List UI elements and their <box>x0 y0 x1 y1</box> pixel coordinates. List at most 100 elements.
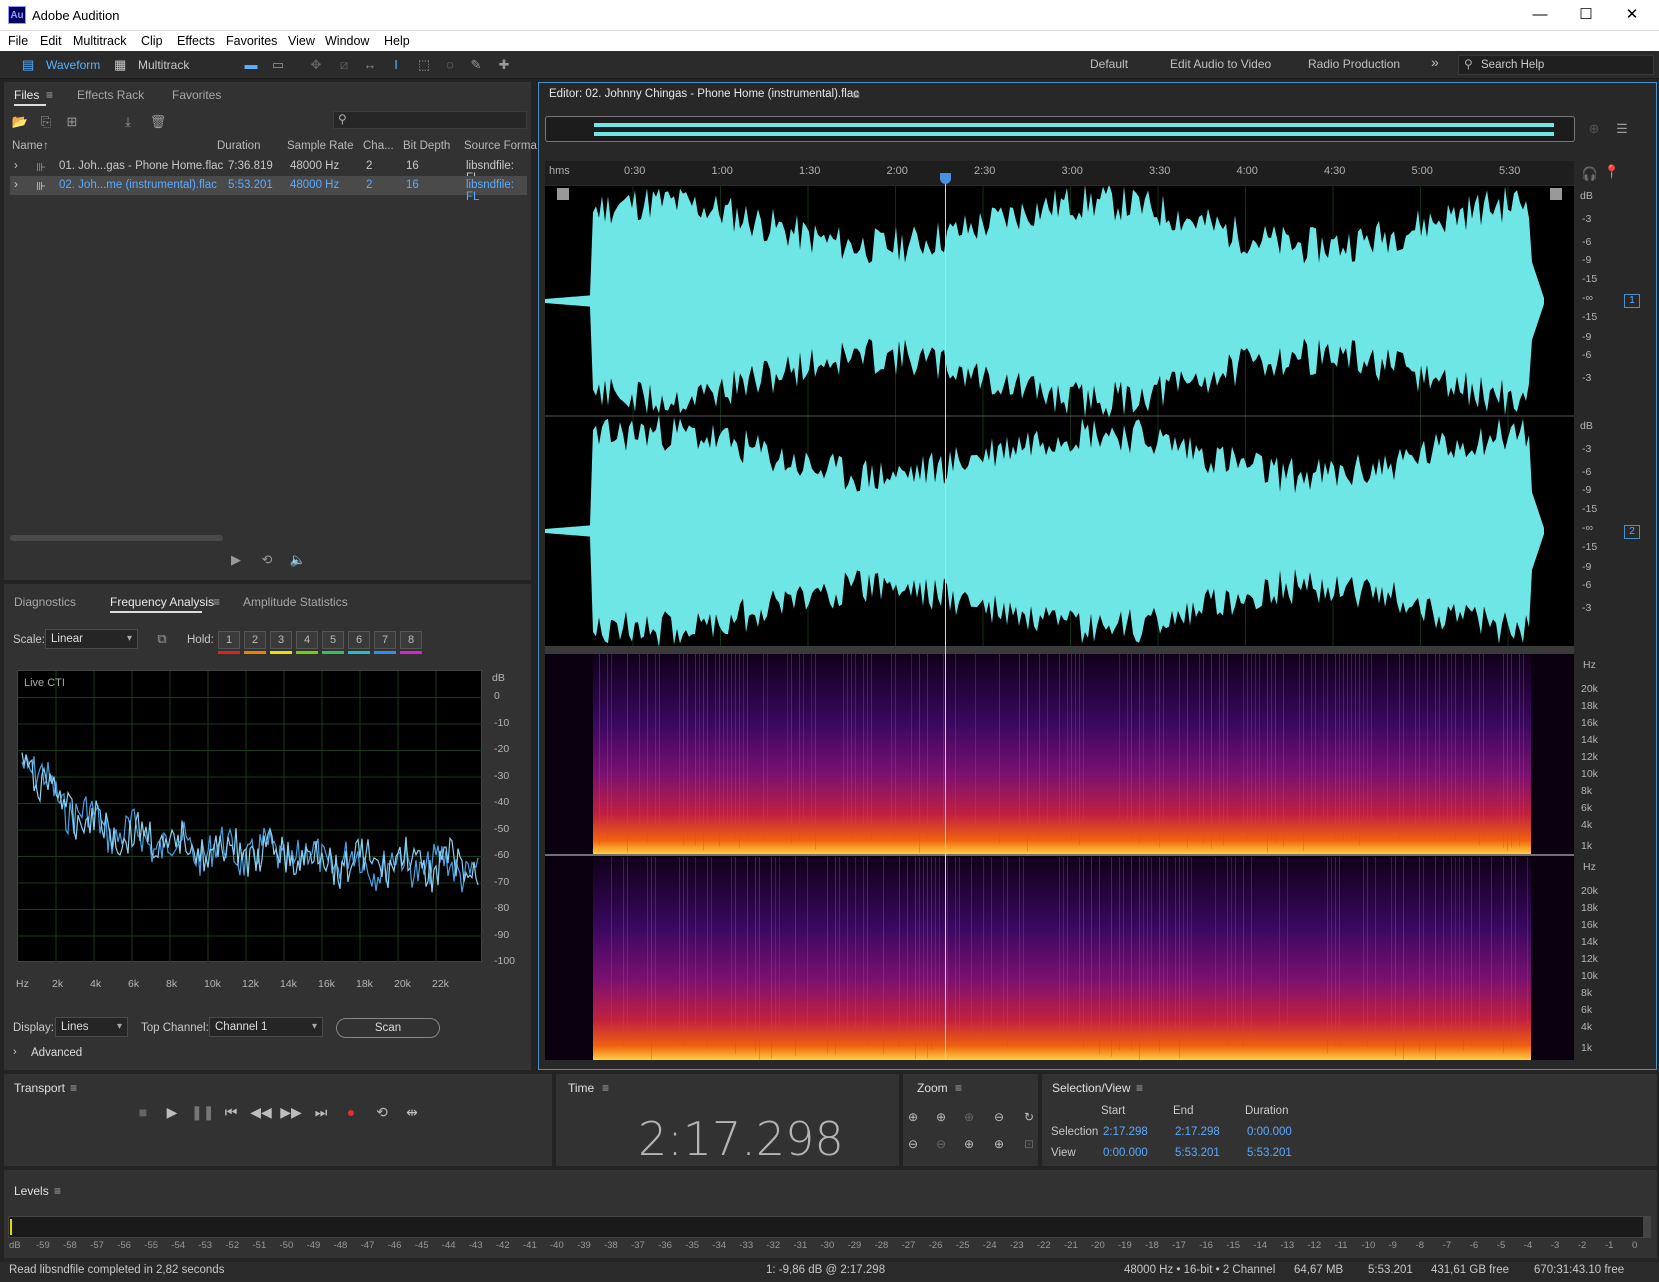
insert-icon[interactable]: ⤓ <box>118 113 138 131</box>
more-workspaces-icon[interactable]: » <box>1431 54 1439 70</box>
tab-effects-rack[interactable]: Effects Rack <box>77 88 144 102</box>
workspace-radio-production[interactable]: Radio Production <box>1308 57 1400 71</box>
panel-menu-icon[interactable]: ≡ <box>70 1081 77 1095</box>
lasso-tool-icon[interactable]: ◌ <box>440 56 460 74</box>
zoom-full-icon[interactable]: ⊡ <box>1018 1133 1040 1155</box>
capture-icon[interactable]: ⧉ <box>152 630 172 648</box>
new-file-icon[interactable]: ⊞ <box>62 113 82 131</box>
search-help-field[interactable]: ⚲ Search Help <box>1458 55 1654 75</box>
panel-menu-icon[interactable]: ≡ <box>1136 1081 1143 1095</box>
panel-menu-icon[interactable]: ≡ <box>54 1184 61 1198</box>
hold-button-8[interactable]: 8 <box>400 631 422 649</box>
expand-chevron-icon[interactable]: › <box>13 1046 17 1058</box>
col-channels[interactable]: Cha... <box>363 140 394 152</box>
scale-select[interactable]: Linear ▾ <box>45 629 138 649</box>
menu-view[interactable]: View <box>288 34 315 48</box>
fade-in-handle-icon[interactable] <box>557 188 569 200</box>
view-end[interactable]: 5:53.201 <box>1175 1147 1220 1159</box>
display-splitter[interactable] <box>545 646 1574 654</box>
hold-button-2[interactable]: 2 <box>244 631 266 649</box>
selection-end[interactable]: 2:17.298 <box>1175 1126 1220 1138</box>
move-tool-icon[interactable]: ✥ <box>306 56 326 74</box>
zoom-in-time-icon[interactable]: ⊕ <box>930 1106 952 1128</box>
col-name[interactable]: Name <box>12 140 43 152</box>
waveform-display[interactable] <box>545 186 1574 648</box>
overview-navigator[interactable] <box>545 116 1575 142</box>
rewind-icon[interactable]: ◀◀ <box>250 1101 272 1123</box>
col-sample-rate[interactable]: Sample Rate <box>287 140 353 152</box>
menu-edit[interactable]: Edit <box>40 34 62 48</box>
pause-icon[interactable]: ❚❚ <box>191 1101 214 1123</box>
menu-window[interactable]: Window <box>325 34 369 48</box>
selection-duration[interactable]: 0:00.000 <box>1247 1126 1292 1138</box>
spectral-display[interactable] <box>545 654 1574 1060</box>
zoom-selection-icon[interactable]: ⊕ <box>958 1106 980 1128</box>
menu-effects[interactable]: Effects <box>177 34 215 48</box>
selection-start[interactable]: 2:17.298 <box>1103 1126 1148 1138</box>
pin-icon[interactable]: 📍 <box>1602 163 1622 181</box>
skip-to-start-icon[interactable]: ⏮ <box>220 1101 242 1123</box>
view-duration[interactable]: 5:53.201 <box>1247 1147 1292 1159</box>
brush-tool-icon[interactable]: ✎ <box>466 56 486 74</box>
horizontal-scrollbar[interactable] <box>10 535 223 541</box>
menu-file[interactable]: File <box>8 34 28 48</box>
col-source-format[interactable]: Source Forma <box>464 140 537 152</box>
tab-favorites[interactable]: Favorites <box>172 88 221 102</box>
view-start[interactable]: 0:00.000 <box>1103 1147 1148 1159</box>
clip-indicator[interactable] <box>1643 1216 1651 1238</box>
panel-menu-icon[interactable]: ≡ <box>955 1081 962 1095</box>
hold-button-3[interactable]: 3 <box>270 631 292 649</box>
menu-favorites[interactable]: Favorites <box>226 34 277 48</box>
play-preview-icon[interactable]: ▶ <box>226 551 246 569</box>
menu-multitrack[interactable]: Multitrack <box>73 34 126 48</box>
close-button[interactable]: ✕ <box>1609 0 1655 30</box>
files-search-input[interactable]: ⚲ <box>333 111 527 129</box>
zoom-navigator-icon[interactable]: ⊕ <box>1584 120 1604 138</box>
channel-2-toggle[interactable]: 2 <box>1624 525 1640 539</box>
waveform-view-icon[interactable]: ▬ <box>241 56 261 74</box>
col-bit-depth[interactable]: Bit Depth <box>403 140 450 152</box>
panel-menu-icon[interactable]: ≡ <box>46 88 53 102</box>
fast-forward-icon[interactable]: ▶▶ <box>280 1101 302 1123</box>
expand-chevron-icon[interactable]: › <box>14 179 18 191</box>
panel-menu-icon[interactable]: ≡ <box>213 595 220 609</box>
workspace-edit-audio-video[interactable]: Edit Audio to Video <box>1170 57 1271 71</box>
stop-icon[interactable]: ■ <box>132 1101 154 1123</box>
loop-icon[interactable]: ⟲ <box>371 1101 393 1123</box>
menu-help[interactable]: Help <box>384 34 410 48</box>
tab-frequency-analysis[interactable]: Frequency Analysis <box>110 595 214 609</box>
hold-button-5[interactable]: 5 <box>322 631 344 649</box>
panel-menu-icon[interactable]: ≡ <box>853 88 860 102</box>
hold-button-6[interactable]: 6 <box>348 631 370 649</box>
workspace-default[interactable]: Default <box>1090 57 1128 71</box>
import-file-icon[interactable]: ⎘ <box>36 113 56 131</box>
file-row-selected[interactable]: › ⊪ 02. Joh...me (instrumental).flac 5:5… <box>10 176 527 203</box>
display-select[interactable]: Lines ▾ <box>55 1017 128 1037</box>
hold-button-4[interactable]: 4 <box>296 631 318 649</box>
play-icon[interactable]: ▶ <box>161 1101 183 1123</box>
marquee-tool-icon[interactable]: ⬚ <box>414 56 434 74</box>
advanced-toggle[interactable]: Advanced <box>31 1047 82 1059</box>
zoom-out-amplitude-icon[interactable]: ⊖ <box>902 1133 924 1155</box>
zoom-out-left-icon[interactable]: ⊖ <box>988 1106 1010 1128</box>
spectral-view-icon[interactable]: ▭ <box>268 56 288 74</box>
zoom-reset-icon[interactable]: ↻ <box>1018 1106 1040 1128</box>
tab-diagnostics[interactable]: Diagnostics <box>14 595 76 609</box>
multitrack-mode-button[interactable]: ▦ Multitrack <box>112 55 189 75</box>
file-row[interactable]: › ⊪ 01. Joh...gas - Phone Home.flac 7:36… <box>10 157 527 184</box>
minimize-button[interactable]: — <box>1517 0 1563 30</box>
headphones-icon[interactable]: 🎧 <box>1580 165 1600 183</box>
razor-tool-icon[interactable]: ⧄ <box>334 56 354 74</box>
playhead-line[interactable] <box>945 176 946 1060</box>
skip-selection-icon[interactable]: ⇹ <box>401 1101 423 1123</box>
overview-menu-icon[interactable]: ☰ <box>1612 120 1632 138</box>
open-file-icon[interactable]: 📂 <box>10 113 30 131</box>
hold-button-1[interactable]: 1 <box>218 631 240 649</box>
loop-preview-icon[interactable]: ⟲ <box>257 551 277 569</box>
panel-menu-icon[interactable]: ≡ <box>602 1081 609 1095</box>
record-icon[interactable]: ● <box>340 1101 362 1123</box>
waveform-mode-button[interactable]: ▤ Waveform <box>20 55 100 75</box>
autoplay-icon[interactable]: 🔈 <box>288 551 308 569</box>
hold-button-7[interactable]: 7 <box>374 631 396 649</box>
fade-out-handle-icon[interactable] <box>1550 188 1562 200</box>
